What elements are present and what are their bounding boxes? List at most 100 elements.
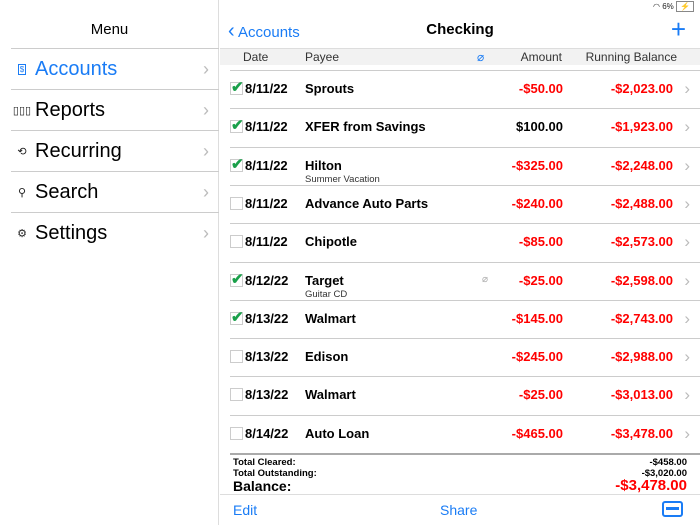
total-cleared-label: Total Cleared: xyxy=(233,457,296,468)
menu-item-accounts[interactable]: $Accounts› xyxy=(11,48,219,89)
running-balance: -$2,248.00 xyxy=(611,158,673,173)
transaction-payee: Chipotle xyxy=(305,234,357,249)
menu-panel: Menu $Accounts›▯▯▯Reports›⟲Recurring›⚲Se… xyxy=(0,0,219,525)
chevron-right-icon: › xyxy=(203,223,209,244)
wifi-icon: ◠ xyxy=(653,2,660,11)
running-balance: -$2,598.00 xyxy=(611,273,673,288)
cleared-checkbox[interactable]: ✔ xyxy=(230,312,243,325)
column-header: Date Payee ⌀ Amount Running Balance xyxy=(220,48,700,65)
transaction-amount: -$50.00 xyxy=(519,81,563,96)
cleared-checkbox[interactable] xyxy=(230,388,243,401)
col-payee[interactable]: Payee xyxy=(305,50,339,64)
transaction-row[interactable]: 8/13/22 Edison -$245.00 -$2,988.00 › xyxy=(230,338,700,376)
search-icon: ⚲ xyxy=(11,186,33,199)
cleared-checkbox[interactable] xyxy=(230,197,243,210)
chevron-right-icon: › xyxy=(684,385,690,405)
menu-item-label: Settings xyxy=(35,222,107,245)
transaction-row[interactable]: 8/11/22 Chipotle -$85.00 -$2,573.00 › xyxy=(230,223,700,261)
chevron-right-icon: › xyxy=(684,232,690,252)
transaction-amount: -$25.00 xyxy=(519,387,563,402)
menu-item-search[interactable]: ⚲Search› xyxy=(11,171,219,212)
transaction-payee: Edison xyxy=(305,349,348,364)
checkmark-icon: ✔ xyxy=(231,270,244,288)
account-panel: ◠ 6% ⚡ ‹ Accounts Checking + Date Payee … xyxy=(220,0,700,525)
col-amount[interactable]: Amount xyxy=(521,50,562,64)
battery-level: 6% xyxy=(662,2,674,11)
paperclip-icon[interactable]: ⌀ xyxy=(477,50,484,64)
running-balance: -$2,988.00 xyxy=(611,349,673,364)
transaction-date: 8/11/22 xyxy=(245,196,288,211)
transaction-payee: Advance Auto Parts xyxy=(305,196,428,211)
transaction-row[interactable]: ✔ 8/11/22 Sprouts -$50.00 -$2,023.00 › xyxy=(230,70,700,108)
menu-item-label: Accounts xyxy=(35,58,117,81)
running-balance: -$1,923.00 xyxy=(611,119,673,134)
col-running-balance[interactable]: Running Balance xyxy=(586,50,677,64)
menu-item-label: Reports xyxy=(35,99,105,122)
balance-value: -$3,478.00 xyxy=(615,477,687,494)
checkmark-icon: ✔ xyxy=(231,308,244,326)
card-view-icon[interactable] xyxy=(662,501,683,517)
chevron-right-icon: › xyxy=(684,424,690,444)
attachment-icon: ⌀ xyxy=(482,274,488,285)
transaction-row[interactable]: 8/11/22 Advance Auto Parts -$240.00 -$2,… xyxy=(230,185,700,223)
menu-item-settings[interactable]: ⚙Settings› xyxy=(11,212,219,253)
page-title: Checking xyxy=(220,21,700,38)
checkmark-icon: ✔ xyxy=(231,116,244,134)
transaction-amount: -$85.00 xyxy=(519,234,563,249)
bar-chart-icon: ▯▯▯ xyxy=(11,104,33,117)
share-button[interactable]: Share xyxy=(440,502,477,518)
cleared-checkbox[interactable] xyxy=(230,427,243,440)
transaction-payee: Auto Loan xyxy=(305,426,369,441)
cleared-checkbox[interactable]: ✔ xyxy=(230,82,243,95)
transaction-amount: -$245.00 xyxy=(512,349,563,364)
balance-label: Balance: xyxy=(233,478,291,494)
cleared-checkbox[interactable] xyxy=(230,350,243,363)
transaction-amount: -$145.00 xyxy=(512,311,563,326)
transaction-row[interactable]: 8/14/22 Auto Loan -$465.00 -$3,478.00 › xyxy=(230,415,700,453)
chevron-right-icon: › xyxy=(684,79,690,99)
transaction-row[interactable]: ✔ 8/13/22 Walmart -$145.00 -$2,743.00 › xyxy=(230,300,700,338)
bottom-toolbar: Edit Share xyxy=(220,494,700,525)
cleared-checkbox[interactable]: ✔ xyxy=(230,159,243,172)
transaction-memo: Summer Vacation xyxy=(305,174,380,185)
transaction-amount: $100.00 xyxy=(516,119,563,134)
running-balance: -$2,573.00 xyxy=(611,234,673,249)
transaction-amount: -$325.00 xyxy=(512,158,563,173)
cleared-checkbox[interactable] xyxy=(230,235,243,248)
chevron-right-icon: › xyxy=(203,100,209,121)
totals-summary: Total Cleared: -$458.00 Total Outstandin… xyxy=(230,453,700,493)
transaction-date: 8/11/22 xyxy=(245,119,288,134)
edit-button[interactable]: Edit xyxy=(233,502,257,518)
transaction-date: 8/11/22 xyxy=(245,158,288,173)
menu-item-label: Recurring xyxy=(35,140,122,163)
transaction-row[interactable]: ✔ 8/11/22 Hilton Summer Vacation -$325.0… xyxy=(230,147,700,185)
menu-item-reports[interactable]: ▯▯▯Reports › xyxy=(11,89,219,130)
checkmark-icon: ✔ xyxy=(231,78,244,96)
chevron-right-icon: › xyxy=(684,156,690,176)
running-balance: -$3,013.00 xyxy=(611,387,673,402)
transaction-date: 8/14/22 xyxy=(245,426,288,441)
menu-item-recurring[interactable]: ⟲Recurring› xyxy=(11,130,219,171)
add-transaction-button[interactable]: + xyxy=(671,14,686,45)
transaction-row[interactable]: ✔ 8/11/22 XFER from Savings $100.00 -$1,… xyxy=(230,108,700,146)
transaction-payee: Walmart xyxy=(305,311,356,326)
col-date[interactable]: Date xyxy=(243,50,268,64)
transaction-row[interactable]: 8/13/22 Walmart -$25.00 -$3,013.00 › xyxy=(230,376,700,414)
transaction-date: 8/12/22 xyxy=(245,273,288,288)
running-balance: -$3,478.00 xyxy=(611,426,673,441)
chevron-right-icon: › xyxy=(684,309,690,329)
chevron-right-icon: › xyxy=(684,271,690,291)
cleared-checkbox[interactable]: ✔ xyxy=(230,120,243,133)
transaction-memo: Guitar CD xyxy=(305,289,347,300)
total-cleared-value: -$458.00 xyxy=(649,457,687,468)
status-bar: ◠ 6% ⚡ xyxy=(653,2,694,11)
cleared-checkbox[interactable]: ✔ xyxy=(230,274,243,287)
history-icon: ⟲ xyxy=(11,145,33,158)
transaction-amount: -$25.00 xyxy=(519,273,563,288)
transaction-row[interactable]: ✔ 8/12/22 Target Guitar CD ⌀ -$25.00 -$2… xyxy=(230,262,700,300)
checkmark-icon: ✔ xyxy=(231,155,244,173)
transaction-payee: Target xyxy=(305,273,344,288)
chevron-right-icon: › xyxy=(203,59,209,80)
transaction-payee: XFER from Savings xyxy=(305,119,426,134)
transaction-date: 8/13/22 xyxy=(245,387,288,402)
